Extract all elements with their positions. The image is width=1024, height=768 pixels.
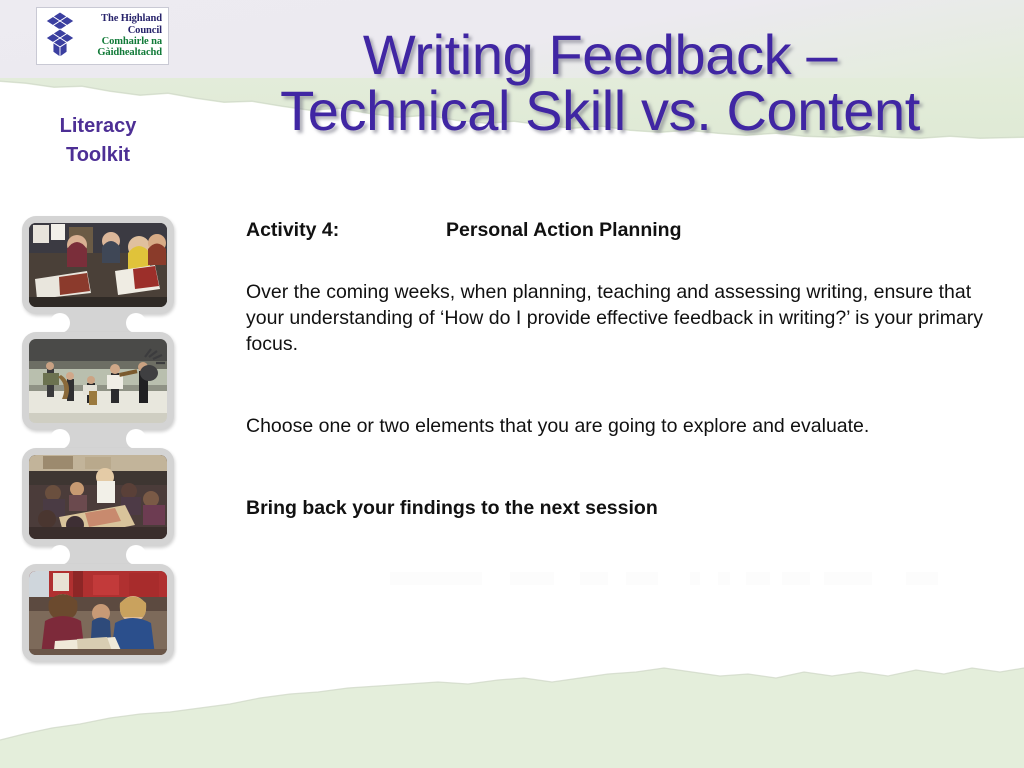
slide-body-content: Activity 4: Personal Action Planning Ove…	[246, 218, 994, 522]
toolkit-line-1: Literacy	[59, 115, 137, 137]
faint-background-artifact	[390, 566, 950, 592]
slide-title-line-1: Writing Feedback –	[362, 23, 838, 86]
activity-heading-row: Activity 4: Personal Action Planning	[246, 218, 994, 244]
photo-pupils-playing-instruments	[29, 339, 167, 423]
film-frame-4	[22, 564, 174, 662]
film-frame-2	[22, 332, 174, 430]
logo-text-block: The Highland Council Comhairle na Gàidhe…	[79, 13, 165, 58]
logo-line-gd-1: Comhairle na	[101, 36, 162, 47]
body-paragraph-3: Bring back your findings to the next ses…	[246, 496, 658, 519]
logo-line-en-1: The Highland	[101, 13, 162, 25]
film-frame-1	[22, 216, 174, 314]
body-paragraph-2: Choose one or two elements that you are …	[246, 414, 870, 437]
toolkit-line-2: Toolkit	[65, 144, 131, 166]
film-connector-2	[22, 428, 174, 450]
logo-line-gd-2: Gàidhealtachd	[97, 47, 162, 59]
body-paragraph-1: Over the coming weeks, when planning, te…	[246, 280, 984, 355]
film-connector-1	[22, 312, 174, 334]
presentation-slide: The Highland Council Comhairle na Gàidhe…	[0, 0, 1024, 768]
film-frame-3	[22, 448, 174, 546]
photo-filmstrip	[22, 216, 174, 662]
activity-title: Personal Action Planning	[446, 219, 682, 241]
photo-classroom-group-working	[29, 455, 167, 539]
literacy-toolkit-label: Literacy Toolkit	[18, 112, 178, 170]
photo-pupils-reading-magazines	[29, 223, 167, 307]
council-emblem-icon	[41, 11, 79, 61]
slide-title-line-2: Technical Skill vs. Content	[280, 79, 920, 143]
slide-title: Writing Feedback – Technical Skill vs. C…	[186, 23, 1014, 143]
logo-line-en-2: Council	[127, 24, 162, 36]
highland-council-logo: The Highland Council Comhairle na Gàidhe…	[36, 7, 169, 65]
activity-label: Activity 4:	[246, 219, 340, 241]
film-connector-3	[22, 544, 174, 566]
photo-teacher-helping-pupils	[29, 571, 167, 655]
